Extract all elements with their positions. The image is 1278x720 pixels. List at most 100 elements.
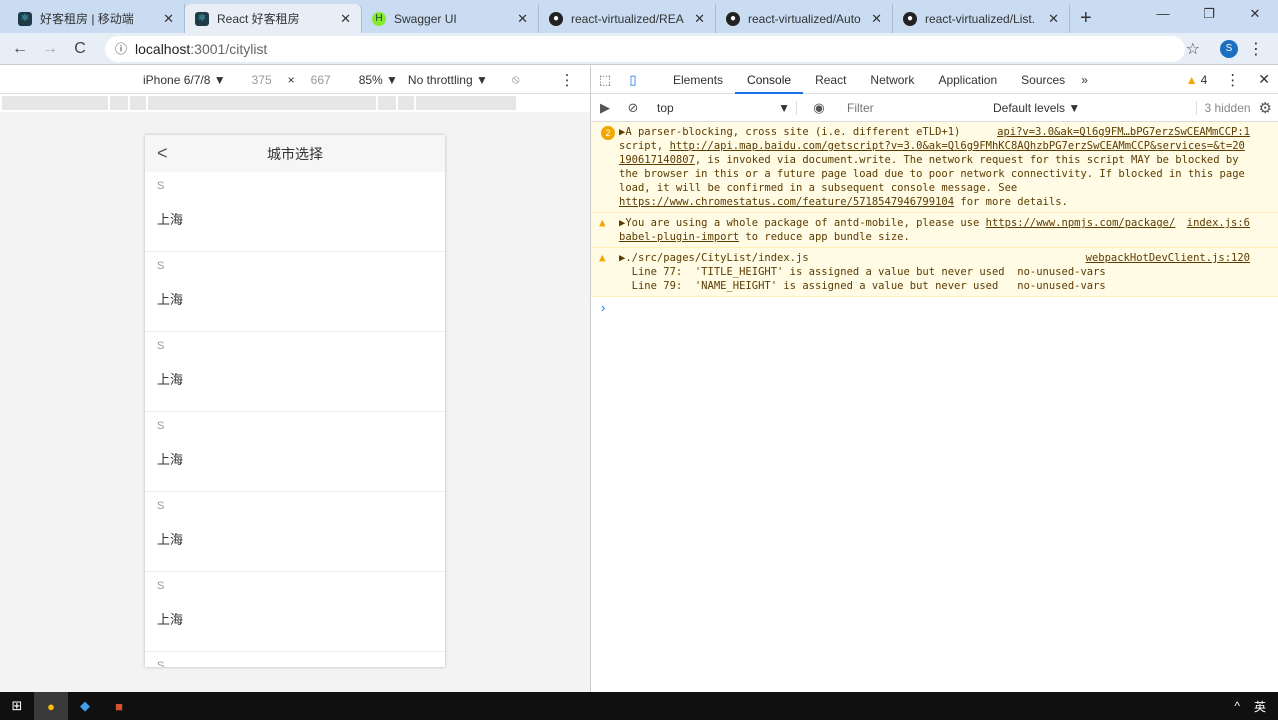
- browser-tab[interactable]: ● react-virtualized/Auto ✕: [716, 4, 893, 33]
- close-tab-icon[interactable]: ✕: [871, 11, 882, 27]
- clear-console-icon[interactable]: ⊘: [619, 100, 647, 116]
- message-link[interactable]: https://www.chromestatus.com/feature/571…: [619, 196, 954, 208]
- close-tab-icon[interactable]: ✕: [517, 11, 528, 27]
- hidden-count: 3 hidden: [1195, 100, 1251, 115]
- group-letter: S: [157, 180, 165, 192]
- city-list[interactable]: S 上海 S 上海 S 上海 S 上海 S 上海 S 上海 S: [145, 172, 445, 667]
- tab-network[interactable]: Network: [858, 66, 926, 94]
- react-icon: ⚛: [18, 11, 32, 26]
- ime-indicator[interactable]: 英: [1254, 698, 1266, 715]
- more-options-icon[interactable]: ⋮: [560, 71, 575, 89]
- browser-tab[interactable]: H Swagger UI ✕: [362, 4, 539, 33]
- tab-sources[interactable]: Sources: [1009, 66, 1077, 94]
- warning-icon: ▲: [599, 216, 606, 229]
- group-letter: S: [157, 660, 165, 667]
- browser-menu-icon[interactable]: ⋮: [1248, 39, 1264, 59]
- city-group: S 上海: [145, 172, 445, 252]
- city-item[interactable]: 上海: [145, 202, 445, 252]
- tray-chevron-icon[interactable]: ^: [1234, 699, 1240, 713]
- close-window-button[interactable]: ✕: [1232, 0, 1278, 28]
- city-item[interactable]: 上海: [145, 522, 445, 572]
- group-letter: S: [157, 580, 165, 592]
- zoom-select[interactable]: 85% ▼: [359, 73, 398, 87]
- eye-icon[interactable]: ◉: [805, 100, 833, 116]
- github-icon: ●: [726, 11, 740, 26]
- settings-gear-icon[interactable]: ⚙: [1259, 99, 1272, 117]
- city-group: S 上海: [145, 412, 445, 492]
- city-item[interactable]: 上海: [145, 362, 445, 412]
- message-line: Line 77: 'TITLE_HEIGHT' is assigned a va…: [619, 266, 1106, 278]
- restore-button[interactable]: ❐: [1186, 0, 1232, 28]
- vscode-icon[interactable]: ◆: [68, 692, 102, 720]
- group-letter: S: [157, 420, 165, 432]
- info-icon[interactable]: ⓘ: [115, 40, 127, 57]
- device-toolbar: iPhone 6/7/8 ▼ 375 × 667 85% ▼ No thrott…: [0, 66, 590, 94]
- tab-application[interactable]: Application: [926, 66, 1009, 94]
- levels-select[interactable]: Default levels ▼: [993, 101, 1080, 115]
- devtools-tabs: ⬚ ▯ Elements Console React Network Applicati…: [591, 66, 1278, 94]
- browser-tab[interactable]: ● react-virtualized/REA ✕: [539, 4, 716, 33]
- context-select[interactable]: top ▼: [657, 100, 797, 115]
- source-link[interactable]: webpackHotDevClient.js:120: [1086, 251, 1250, 265]
- city-item[interactable]: 上海: [145, 282, 445, 332]
- message-text: for more details.: [954, 196, 1068, 208]
- back-button[interactable]: <: [157, 143, 168, 164]
- tab-elements[interactable]: Elements: [661, 66, 735, 94]
- inspect-element-icon[interactable]: ⬚: [591, 72, 619, 88]
- warning-count[interactable]: 4: [1201, 73, 1208, 87]
- rotate-icon[interactable]: ⦸: [512, 72, 520, 87]
- chrome-icon[interactable]: ●: [34, 692, 68, 720]
- back-icon[interactable]: ←: [5, 40, 35, 58]
- console-prompt[interactable]: ›: [591, 297, 1278, 315]
- reload-icon[interactable]: C: [65, 40, 95, 58]
- device-toggle-icon[interactable]: ▯: [619, 72, 647, 88]
- address-bar-row: ← → C ⓘ localhost:3001/citylist ☆ S ⋮: [0, 33, 1278, 65]
- minimize-button[interactable]: —: [1140, 0, 1186, 28]
- message-text[interactable]: ▶You are using a whole package of antd-m…: [619, 217, 986, 229]
- page-title: 城市选择: [267, 145, 323, 162]
- filter-input[interactable]: [839, 97, 989, 118]
- source-link[interactable]: index.js:6: [1187, 216, 1250, 230]
- sidebar-toggle-icon[interactable]: ▶: [591, 100, 619, 116]
- city-group: S 上海: [145, 572, 445, 652]
- bookmark-star-icon[interactable]: ☆: [1186, 39, 1200, 59]
- close-tab-icon[interactable]: ✕: [340, 11, 351, 27]
- city-item[interactable]: 上海: [145, 442, 445, 492]
- windows-start-icon[interactable]: ⊞: [0, 692, 34, 720]
- warning-icon[interactable]: ▲: [1186, 73, 1198, 87]
- url-input[interactable]: ⓘ localhost:3001/citylist: [105, 35, 1185, 62]
- github-icon: ●: [549, 11, 563, 26]
- browser-tab[interactable]: ● react-virtualized/List. ✕: [893, 4, 1070, 33]
- tab-react[interactable]: React: [803, 66, 858, 94]
- close-tab-icon[interactable]: ✕: [1048, 11, 1059, 27]
- throttling-select[interactable]: No throttling ▼: [408, 73, 488, 87]
- source-link[interactable]: api?v=3.0&ak=Ql6g9FM…bPG7erzSwCEAMmCCP:1: [997, 125, 1250, 139]
- powerpoint-icon[interactable]: ■: [102, 692, 136, 720]
- console-warning: 2 api?v=3.0&ak=Ql6g9FM…bPG7erzSwCEAMmCCP:…: [591, 122, 1278, 213]
- city-item[interactable]: 上海: [145, 602, 445, 652]
- message-text: , is invoked via document.write. The net…: [619, 154, 1245, 194]
- tab-console[interactable]: Console: [735, 66, 804, 94]
- new-tab-button[interactable]: +: [1070, 4, 1102, 33]
- height-input[interactable]: 667: [311, 73, 331, 87]
- browser-tab[interactable]: ⚛ 好客租房 | 移动端 ✕: [8, 4, 185, 33]
- console-messages: 2 api?v=3.0&ak=Ql6g9FM…bPG7erzSwCEAMmCCP:…: [591, 122, 1278, 297]
- device-viewport: iPhone 6/7/8 ▼ 375 × 667 85% ▼ No thrott…: [0, 66, 590, 692]
- media-query-bar[interactable]: [0, 94, 590, 112]
- message-text[interactable]: ▶./src/pages/CityList/index.js: [619, 252, 809, 264]
- browser-tab[interactable]: ⚛ React 好客租房 ✕: [185, 4, 362, 33]
- more-tabs-button[interactable]: »: [1081, 73, 1088, 87]
- devtools-menu-icon[interactable]: ⋮: [1225, 71, 1240, 89]
- close-tab-icon[interactable]: ✕: [694, 11, 705, 27]
- group-letter: S: [157, 260, 165, 272]
- avatar[interactable]: S: [1220, 39, 1238, 58]
- device-select[interactable]: iPhone 6/7/8 ▼: [143, 73, 226, 87]
- forward-icon[interactable]: →: [35, 40, 65, 58]
- close-devtools-icon[interactable]: ✕: [1258, 71, 1270, 88]
- console-warning: ▲ index.js:6 ▶You are using a whole packag…: [591, 213, 1278, 248]
- react-icon: ⚛: [195, 11, 209, 26]
- width-input[interactable]: 375: [252, 73, 272, 87]
- message-text: to reduce app bundle size.: [739, 231, 910, 243]
- close-tab-icon[interactable]: ✕: [163, 11, 174, 27]
- group-letter: S: [157, 500, 165, 512]
